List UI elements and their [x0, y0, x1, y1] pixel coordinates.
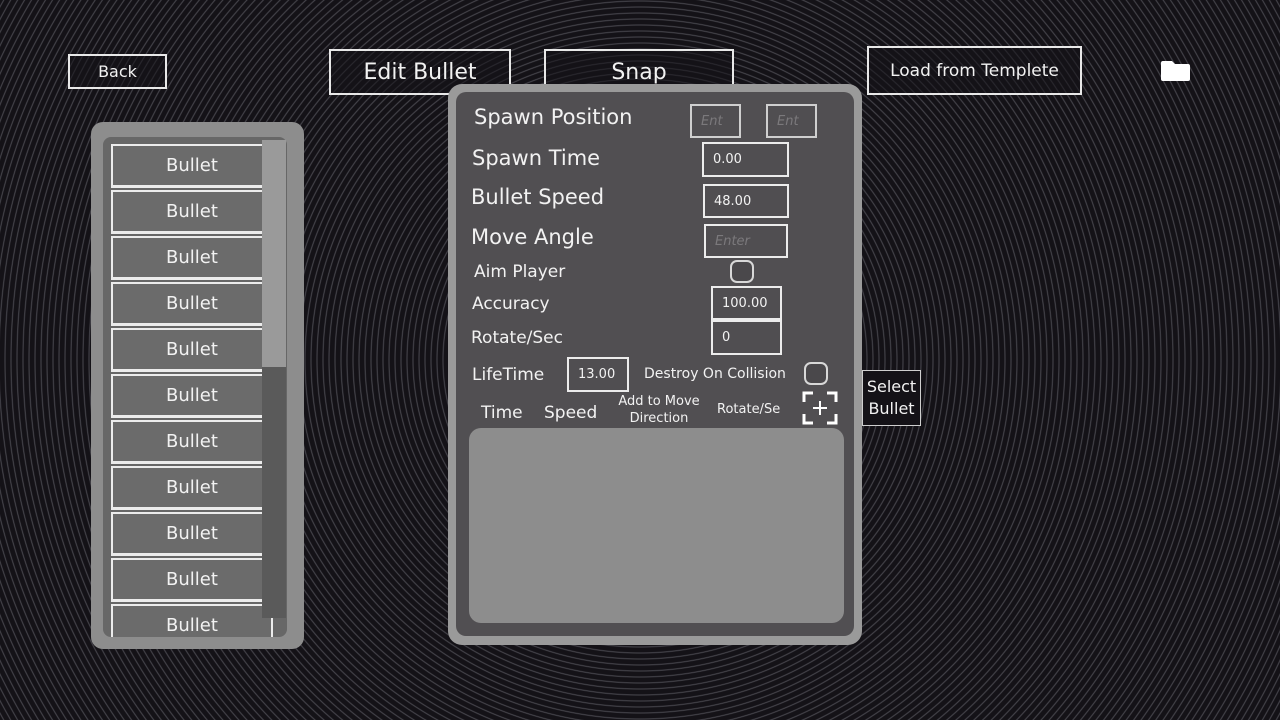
- back-button[interactable]: Back: [68, 54, 167, 89]
- list-item-label: Bullet: [166, 569, 218, 590]
- events-header-speed: Speed: [544, 403, 598, 423]
- events-header-add-to-move-line1: Add to Move: [618, 394, 700, 409]
- list-item[interactable]: Bullet: [111, 420, 273, 464]
- spawn-position-y-input[interactable]: Ent: [766, 104, 817, 138]
- snap-tab-label: Snap: [611, 59, 667, 85]
- list-item-label: Bullet: [166, 523, 218, 544]
- aim-player-toggle[interactable]: [730, 260, 754, 283]
- list-item-label: Bullet: [166, 339, 218, 360]
- bullet-list[interactable]: Bullet Bullet Bullet Bullet Bullet Bulle…: [103, 137, 287, 637]
- rotate-sec-label: Rotate/Sec: [471, 328, 563, 348]
- bullet-speed-input[interactable]: 48.00: [703, 184, 789, 218]
- bullet-speed-label: Bullet Speed: [471, 185, 605, 209]
- load-from-template-label: Load from Templete: [890, 60, 1059, 81]
- edit-bullet-tab-label: Edit Bullet: [363, 59, 477, 85]
- list-scrollbar-thumb[interactable]: [262, 140, 286, 367]
- list-item[interactable]: Bullet: [111, 466, 273, 510]
- add-event-button[interactable]: [802, 391, 838, 425]
- list-item[interactable]: Bullet: [111, 190, 273, 234]
- list-item-label: Bullet: [166, 385, 218, 406]
- select-bullet-label-line2: Bullet: [868, 399, 915, 418]
- list-item[interactable]: Bullet: [111, 558, 273, 602]
- rotate-sec-input[interactable]: 0: [711, 320, 782, 355]
- folder-icon[interactable]: [1160, 59, 1191, 82]
- events-header-rotate-se: Rotate/Se: [717, 402, 781, 417]
- list-item-label: Bullet: [166, 247, 218, 268]
- accuracy-label: Accuracy: [472, 294, 550, 314]
- list-item[interactable]: Bullet: [111, 512, 273, 556]
- move-angle-label: Move Angle: [471, 225, 594, 249]
- events-header-add-to-move-line2: Direction: [629, 411, 689, 426]
- lifetime-label: LifeTime: [472, 365, 545, 385]
- list-item[interactable]: Bullet: [111, 236, 273, 280]
- destroy-on-collision-label: Destroy On Collision: [644, 366, 786, 382]
- back-button-label: Back: [98, 62, 137, 81]
- move-angle-input[interactable]: Enter: [704, 224, 788, 258]
- list-item[interactable]: Bullet: [111, 144, 273, 188]
- spawn-time-label: Spawn Time: [472, 146, 601, 170]
- aim-player-label: Aim Player: [474, 262, 566, 282]
- accuracy-input[interactable]: 100.00: [711, 286, 782, 320]
- list-item-label: Bullet: [166, 155, 218, 176]
- list-item[interactable]: Bullet: [111, 282, 273, 326]
- list-item-label: Bullet: [166, 477, 218, 498]
- spawn-position-x-input[interactable]: Ent: [690, 104, 741, 138]
- select-bullet-label-line1: Select: [866, 377, 917, 396]
- list-item[interactable]: Bullet: [111, 328, 273, 372]
- list-item-label: Bullet: [166, 293, 218, 314]
- list-item[interactable]: Bullet: [111, 374, 273, 418]
- spawn-time-input[interactable]: 0.00: [702, 142, 789, 177]
- list-item-label: Bullet: [166, 201, 218, 222]
- events-list-area[interactable]: [469, 428, 844, 623]
- select-bullet-button[interactable]: Select Bullet: [862, 370, 921, 426]
- events-header-add-to-move-direction: Add to Move Direction: [612, 393, 706, 427]
- events-header-time: Time: [481, 403, 523, 423]
- plus-icon: [802, 391, 838, 425]
- load-from-template-button[interactable]: Load from Templete: [867, 46, 1082, 95]
- list-item-label: Bullet: [166, 615, 218, 636]
- destroy-on-collision-toggle[interactable]: [804, 362, 828, 385]
- list-item-label: Bullet: [166, 431, 218, 452]
- lifetime-input[interactable]: 13.00: [567, 357, 629, 392]
- spawn-position-label: Spawn Position: [474, 105, 633, 129]
- list-item[interactable]: Bullet: [111, 604, 273, 637]
